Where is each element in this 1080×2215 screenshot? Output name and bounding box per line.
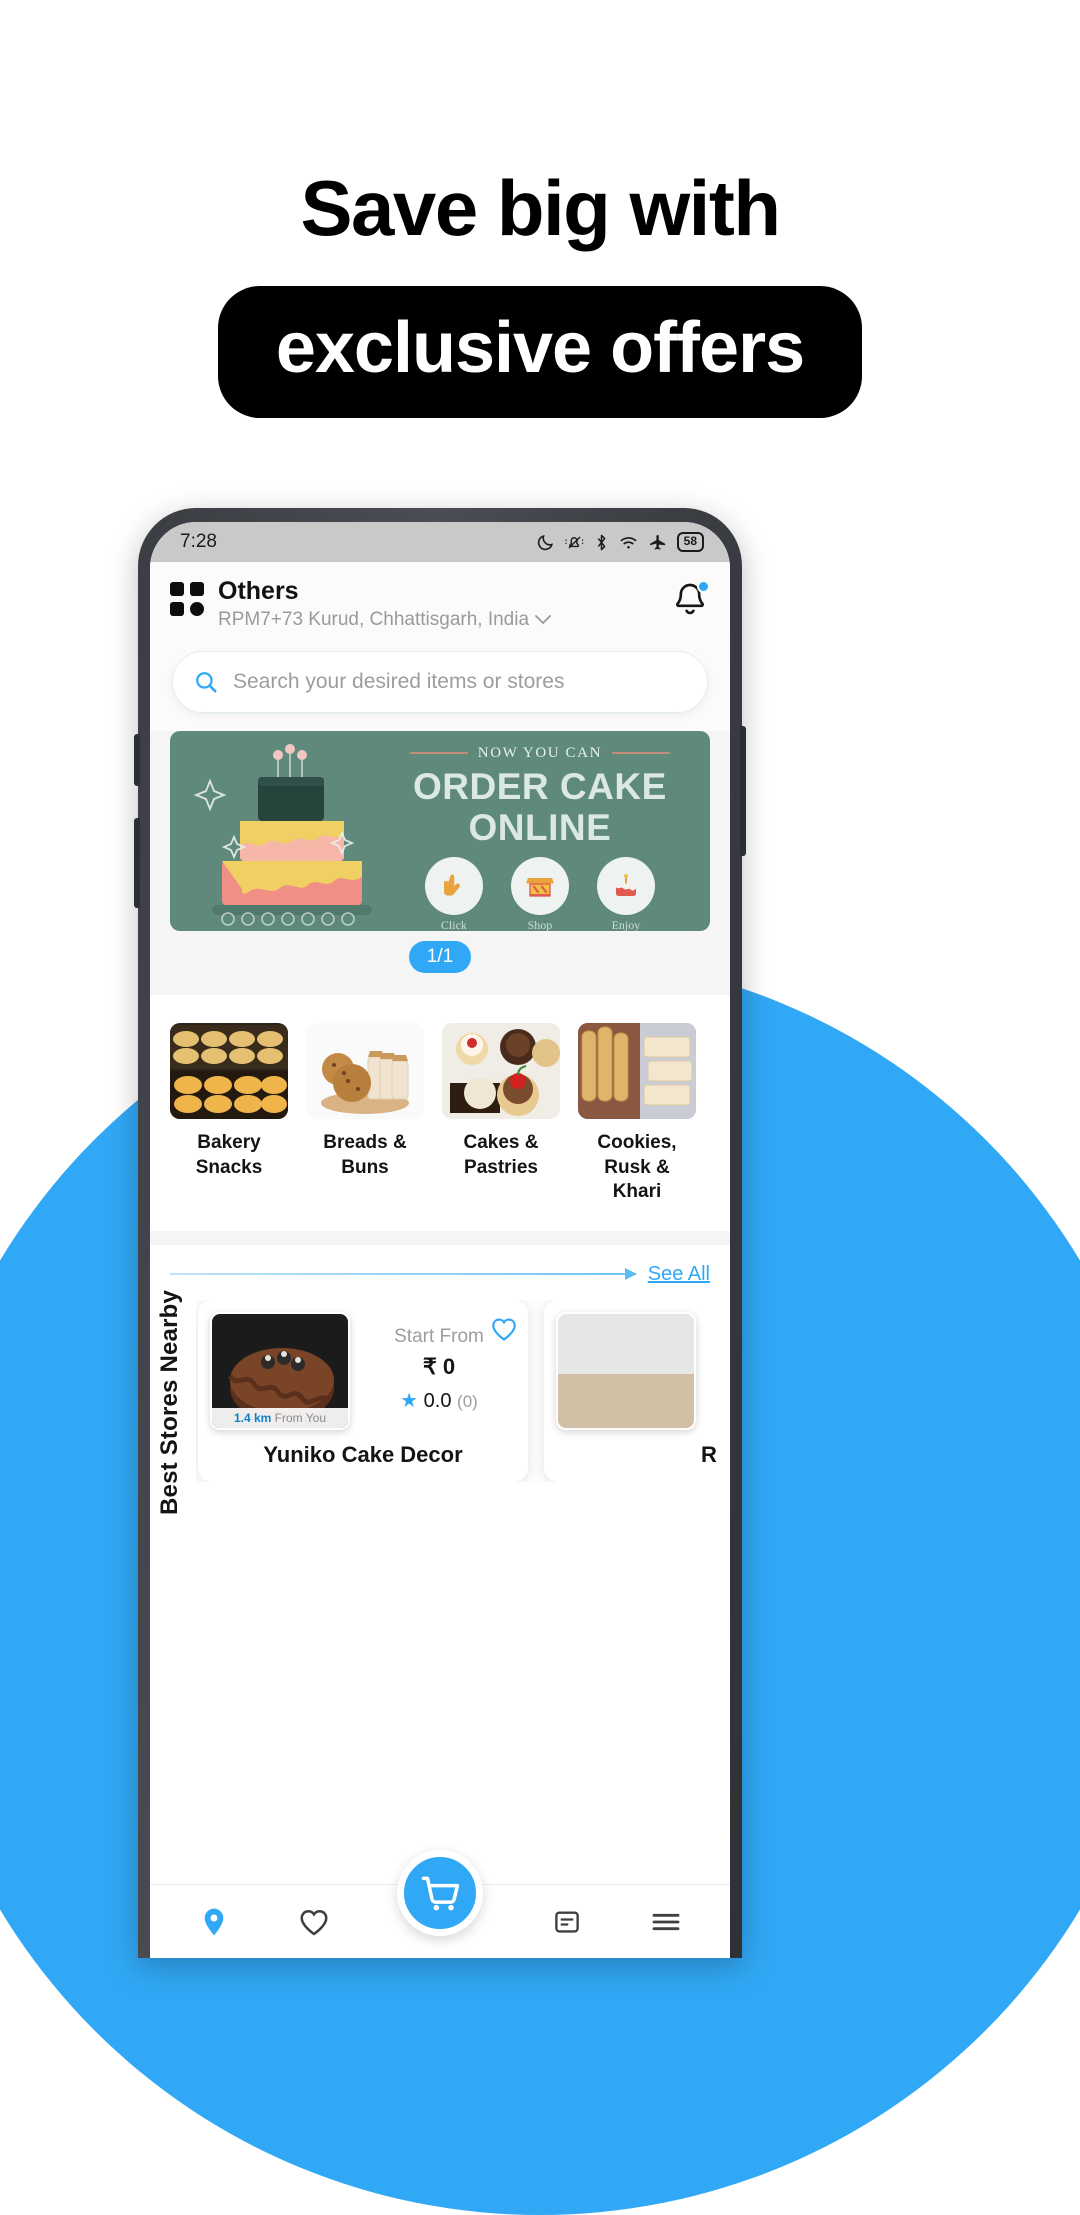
banner-headline-line1: ORDER CAKE bbox=[413, 765, 667, 807]
search-input[interactable]: Search your desired items or stores bbox=[172, 650, 708, 713]
store-photo bbox=[556, 1311, 696, 1430]
store-card-list[interactable]: 1.4 km From You Start From ₹ 0 ★ 0.0 (0)… bbox=[196, 1299, 730, 1482]
notification-button[interactable] bbox=[670, 580, 710, 625]
banner-headline: ORDER CAKE ONLINE bbox=[413, 766, 667, 849]
store-distance-suffix: From You bbox=[274, 1410, 327, 1425]
category-item[interactable]: Cookies, Rusk & Khari bbox=[578, 1022, 696, 1205]
status-bar: 7:28 58 bbox=[150, 522, 730, 562]
phone-volume-up-button bbox=[134, 734, 140, 786]
banner-step-label: Click bbox=[440, 917, 467, 931]
store-distance: 1.4 km bbox=[233, 1410, 272, 1425]
store-name: Yuniko Cake Decor bbox=[263, 1441, 463, 1467]
store-card[interactable]: 1.4 km From You Start From ₹ 0 ★ 0.0 (0)… bbox=[198, 1299, 528, 1482]
moon-icon bbox=[537, 534, 553, 550]
stores-section-title: Best Stores Nearby bbox=[156, 1289, 183, 1515]
cart-button[interactable] bbox=[397, 1850, 483, 1936]
tap-hand-icon bbox=[424, 856, 483, 915]
store-card-meta bbox=[708, 1312, 730, 1430]
bluetooth-icon bbox=[597, 534, 606, 550]
category-label: Breads & Buns bbox=[323, 1131, 407, 1178]
phone-screen: 7:28 58 Others RPM7+73 Kurud, Chhattisga… bbox=[150, 522, 730, 1958]
banner-step: Enjoy bbox=[596, 856, 655, 931]
menu-icon[interactable] bbox=[650, 1908, 682, 1936]
banner-step-label: Enjoy bbox=[611, 917, 641, 931]
wifi-icon bbox=[620, 536, 637, 549]
store-card-top bbox=[556, 1311, 730, 1430]
store-name: R bbox=[701, 1441, 717, 1467]
banner-pager: 1/1 bbox=[408, 940, 472, 973]
store-price: ₹ 0 bbox=[422, 1353, 456, 1379]
stores-section: See All Best Stores Nearby 1.4 km From Y… bbox=[150, 1244, 730, 1515]
app-header: Others RPM7+73 Kurud, Chhattisgarh, Indi… bbox=[150, 562, 730, 643]
cookies-rusk-khari-photo bbox=[578, 1022, 696, 1119]
page-title: Others bbox=[218, 577, 299, 605]
store-card-top: 1.4 km From You Start From ₹ 0 ★ 0.0 (0) bbox=[210, 1311, 516, 1430]
hero-badge-wrap: exclusive offers bbox=[0, 285, 1080, 418]
phone-power-button bbox=[740, 726, 746, 856]
category-label: Bakery Snacks bbox=[195, 1131, 263, 1178]
hero-section: Save big with exclusive offers bbox=[0, 0, 1080, 418]
heart-outline-icon[interactable] bbox=[298, 1907, 330, 1937]
category-label: Cakes & Pastries bbox=[463, 1131, 539, 1178]
search-section: Search your desired items or stores bbox=[150, 642, 730, 731]
header-texts: Others RPM7+73 Kurud, Chhattisgarh, Indi… bbox=[218, 576, 656, 633]
banner-step: Shop bbox=[510, 856, 569, 931]
location-pin-icon[interactable] bbox=[198, 1906, 230, 1938]
banner-section: NOW YOU CAN ORDER CAKE ONLINE Click Shop… bbox=[150, 730, 730, 995]
banner-pager-wrap: 1/1 bbox=[150, 931, 730, 987]
banner-step: Click bbox=[424, 856, 483, 931]
see-all-link[interactable]: See All bbox=[648, 1263, 710, 1286]
rating-count: (0) bbox=[457, 1391, 478, 1411]
search-icon bbox=[196, 671, 217, 693]
phone-mockup: 7:28 58 Others RPM7+73 Kurud, Chhattisga… bbox=[134, 508, 746, 1958]
arrow-line-icon bbox=[170, 1268, 637, 1281]
category-item[interactable]: Bakery Snacks bbox=[170, 1022, 288, 1205]
banner-text-block: NOW YOU CAN ORDER CAKE ONLINE Click Shop… bbox=[370, 731, 710, 931]
hero-headline: Save big with bbox=[300, 164, 781, 252]
category-row: Bakery Snacks Breads & Buns Cakes & Past… bbox=[150, 994, 730, 1231]
banner-step-label: Shop bbox=[527, 917, 553, 931]
category-item[interactable]: Breads & Buns bbox=[306, 1022, 424, 1205]
banner-eyebrow: NOW YOU CAN bbox=[477, 744, 603, 761]
phone-volume-down-button bbox=[134, 818, 140, 908]
orders-icon[interactable] bbox=[552, 1907, 582, 1937]
banner-steps: Click Shop Enjoy bbox=[424, 856, 655, 931]
status-bar-icons: 58 bbox=[536, 532, 704, 552]
chocolate-cake-photo: 1.4 km From You bbox=[210, 1311, 350, 1430]
banner-rule-left bbox=[409, 752, 468, 755]
breads-buns-photo bbox=[306, 1022, 424, 1119]
notification-badge-dot bbox=[697, 580, 710, 593]
section-divider bbox=[150, 1230, 730, 1245]
banner-rule-right bbox=[612, 752, 671, 755]
chevron-down-icon bbox=[535, 615, 551, 625]
airplane-icon bbox=[649, 534, 665, 550]
promo-banner[interactable]: NOW YOU CAN ORDER CAKE ONLINE Click Shop… bbox=[170, 730, 710, 931]
store-distance-badge: 1.4 km From You bbox=[212, 1407, 348, 1428]
hero-badge: exclusive offers bbox=[217, 285, 863, 418]
store-card[interactable]: R bbox=[544, 1299, 730, 1482]
cake-icon bbox=[596, 856, 655, 915]
store-rating: ★ 0.0 (0) bbox=[362, 1388, 516, 1413]
status-bar-time: 7:28 bbox=[180, 531, 217, 552]
battery-icon: 58 bbox=[676, 532, 704, 552]
banner-headline-line2: ONLINE bbox=[468, 807, 612, 849]
cakes-pastries-photo bbox=[442, 1022, 560, 1119]
cart-icon bbox=[421, 1876, 460, 1911]
search-placeholder: Search your desired items or stores bbox=[233, 669, 565, 693]
location-selector[interactable]: RPM7+73 Kurud, Chhattisgarh, India bbox=[218, 607, 656, 633]
grid-icon[interactable] bbox=[170, 582, 204, 616]
star-icon: ★ bbox=[400, 1389, 419, 1412]
category-label: Cookies, Rusk & Khari bbox=[597, 1131, 677, 1203]
store-card-meta: Start From ₹ 0 ★ 0.0 (0) bbox=[362, 1312, 516, 1430]
banner-eyebrow-row: NOW YOU CAN bbox=[409, 744, 671, 762]
store-icon bbox=[510, 856, 569, 915]
silent-bell-icon bbox=[565, 535, 583, 549]
heart-icon[interactable] bbox=[490, 1316, 518, 1347]
location-text: RPM7+73 Kurud, Chhattisgarh, India bbox=[218, 609, 530, 631]
stores-body: Best Stores Nearby 1.4 km From You Start… bbox=[150, 1289, 730, 1515]
see-all-row: See All bbox=[150, 1263, 730, 1300]
rating-value: 0.0 bbox=[423, 1389, 452, 1412]
bakery-snacks-photo bbox=[170, 1022, 288, 1119]
category-item[interactable]: Cakes & Pastries bbox=[442, 1022, 560, 1205]
